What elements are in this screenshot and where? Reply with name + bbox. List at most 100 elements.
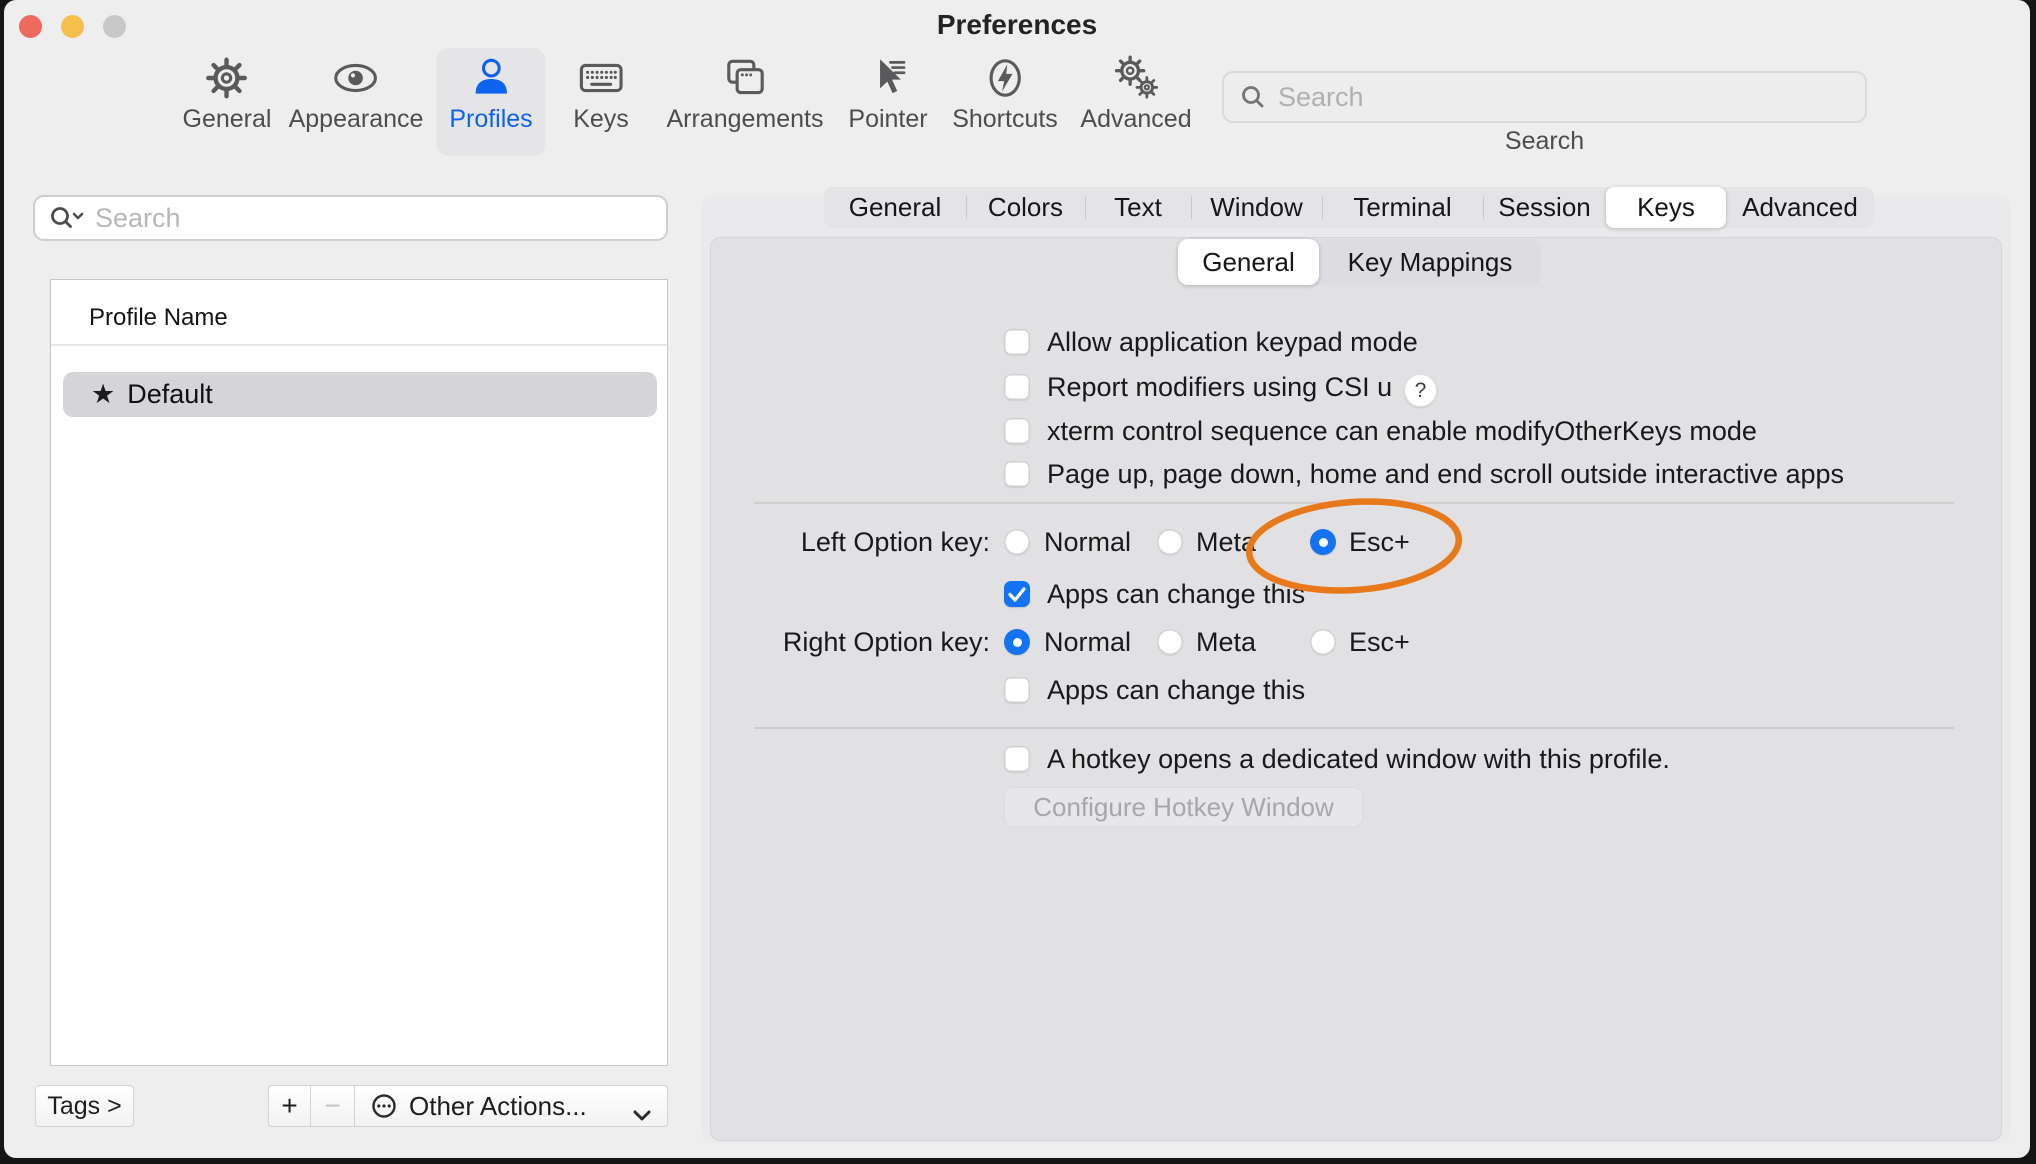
tab-general[interactable]: General — [824, 187, 966, 228]
preferences-window: Preferences General Appearance Profiles … — [4, 0, 2030, 1158]
windows-icon — [721, 54, 769, 102]
bolt-icon — [981, 54, 1029, 102]
subtab-label: General — [1202, 247, 1295, 278]
csi-u-checkbox[interactable] — [1004, 374, 1030, 400]
left-option-meta-radio[interactable] — [1157, 529, 1183, 555]
keyboard-icon — [577, 54, 625, 102]
setting-row: xterm control sequence can enable modify… — [4, 409, 2030, 453]
cursor-icon — [864, 54, 912, 102]
toolbar-item-label: Keys — [573, 105, 629, 134]
configure-hotkey-window-button[interactable]: Configure Hotkey Window — [1004, 787, 1363, 827]
tab-text[interactable]: Text — [1085, 187, 1191, 228]
toolbar-search-input[interactable] — [1276, 81, 1820, 114]
profile-search-field[interactable] — [33, 195, 668, 241]
setting-row: Page up, page down, home and end scroll … — [4, 452, 2030, 496]
toolbar-search-label: Search — [1222, 127, 1867, 156]
left-option-normal-radio[interactable] — [1004, 529, 1030, 555]
toolbar-item-arrangements[interactable]: Arrangements — [653, 48, 836, 156]
help-button[interactable]: ? — [1404, 374, 1437, 407]
tab-colors[interactable]: Colors — [966, 187, 1085, 228]
checkbox-label: Apps can change this — [1047, 668, 1305, 712]
window-title: Preferences — [4, 9, 2030, 41]
toolbar-item-general[interactable]: General — [170, 48, 285, 156]
right-apps-row: Apps can change this — [4, 668, 2030, 712]
toolbar-item-keys[interactable]: Keys — [560, 48, 642, 156]
right-apps-can-change-checkbox[interactable] — [1004, 677, 1030, 703]
radio-label: Meta — [1196, 520, 1256, 564]
tab-session[interactable]: Session — [1483, 187, 1606, 228]
radio-label: Esc+ — [1349, 620, 1410, 664]
tab-label: Terminal — [1353, 192, 1451, 223]
subtab-label: Key Mappings — [1348, 247, 1513, 278]
tab-label: Colors — [988, 192, 1063, 223]
add-profile-button[interactable]: + — [268, 1085, 311, 1127]
allow-keypad-checkbox[interactable] — [1004, 329, 1030, 355]
toolbar-item-appearance[interactable]: Appearance — [276, 48, 437, 156]
tab-label: Keys — [1637, 192, 1695, 223]
tab-label: General — [849, 192, 942, 223]
toolbar-item-label: Shortcuts — [952, 105, 1058, 134]
tab-window[interactable]: Window — [1191, 187, 1322, 228]
toolbar-item-label: General — [183, 105, 272, 134]
modify-other-keys-checkbox[interactable] — [1004, 418, 1030, 444]
gears-icon — [1112, 54, 1160, 102]
toolbar-item-label: Appearance — [289, 105, 424, 134]
radio-label: Esc+ — [1349, 520, 1410, 564]
search-menu-icon — [49, 204, 85, 232]
chevron-down-icon — [633, 1100, 651, 1129]
checkbox-label: Report modifiers using CSI u — [1047, 365, 1392, 409]
left-option-row: Left Option key: Normal Meta Esc+ — [4, 520, 2030, 564]
tab-advanced[interactable]: Advanced — [1726, 187, 1874, 228]
toolbar-item-advanced[interactable]: Advanced — [1067, 48, 1204, 156]
plus-icon: + — [281, 1090, 297, 1122]
setting-row: Report modifiers using CSI u — [4, 365, 2030, 409]
hotkey-row: A hotkey opens a dedicated window with t… — [4, 737, 2030, 781]
right-option-label: Right Option key: — [704, 620, 990, 664]
left-apps-can-change-checkbox[interactable] — [1004, 581, 1030, 607]
radio-label: Normal — [1044, 520, 1131, 564]
setting-row: Allow application keypad mode — [4, 320, 2030, 364]
tags-button-label: Tags > — [47, 1092, 121, 1121]
screen: Preferences General Appearance Profiles … — [0, 0, 2036, 1164]
remove-profile-button[interactable]: − — [310, 1085, 355, 1127]
minus-icon: − — [324, 1090, 340, 1122]
tab-terminal[interactable]: Terminal — [1322, 187, 1483, 228]
configure-hotkey-window-label: Configure Hotkey Window — [1033, 792, 1334, 823]
right-option-esc-radio[interactable] — [1310, 629, 1336, 655]
search-icon — [1240, 84, 1266, 110]
right-option-row: Right Option key: Normal Meta Esc+ — [4, 620, 2030, 664]
tags-button[interactable]: Tags > — [35, 1085, 134, 1127]
radio-label: Normal — [1044, 620, 1131, 664]
profile-search-input[interactable] — [93, 202, 617, 235]
toolbar-item-profiles[interactable]: Profiles — [436, 48, 545, 156]
divider — [754, 727, 1954, 729]
toolbar-item-label: Profiles — [449, 105, 532, 134]
toolbar-item-label: Arrangements — [666, 105, 823, 134]
tab-label: Text — [1114, 192, 1162, 223]
gear-icon — [203, 54, 251, 102]
checkbox-label: A hotkey opens a dedicated window with t… — [1047, 737, 1670, 781]
other-actions-dropdown[interactable]: Other Actions... — [354, 1085, 668, 1127]
subtab-general[interactable]: General — [1178, 239, 1319, 285]
checkbox-label: Apps can change this — [1047, 572, 1305, 616]
toolbar-item-shortcuts[interactable]: Shortcuts — [939, 48, 1071, 156]
tab-label: Window — [1210, 192, 1302, 223]
toolbar-item-pointer[interactable]: Pointer — [835, 48, 940, 156]
radio-label: Meta — [1196, 620, 1256, 664]
profile-tabbar: General Colors Text Window Terminal Sess… — [824, 187, 1874, 228]
right-option-meta-radio[interactable] — [1157, 629, 1183, 655]
tab-label: Session — [1498, 192, 1591, 223]
eye-icon — [332, 54, 380, 102]
checkbox-label: Allow application keypad mode — [1047, 320, 1418, 364]
checkbox-label: Page up, page down, home and end scroll … — [1047, 452, 1844, 496]
left-apps-row: Apps can change this — [4, 572, 2030, 616]
toolbar-search-field[interactable] — [1222, 71, 1867, 123]
hotkey-window-checkbox[interactable] — [1004, 746, 1030, 772]
left-option-esc-radio[interactable] — [1310, 529, 1336, 555]
right-option-normal-radio[interactable] — [1004, 629, 1030, 655]
page-scroll-checkbox[interactable] — [1004, 461, 1030, 487]
subtab-key-mappings[interactable]: Key Mappings — [1319, 239, 1541, 285]
check-icon — [1004, 581, 1030, 607]
tab-label: Advanced — [1742, 192, 1858, 223]
tab-keys[interactable]: Keys — [1606, 187, 1726, 228]
